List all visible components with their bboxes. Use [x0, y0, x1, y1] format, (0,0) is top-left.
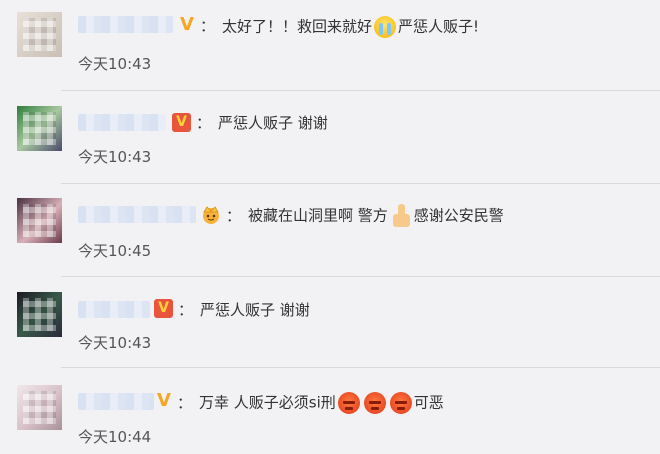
colon: ： [177, 394, 193, 412]
v-badge-icon: V [157, 390, 171, 411]
comment-item: V ： 严惩人贩子 谢谢 今天10:43 [0, 91, 660, 184]
username-blurred[interactable] [78, 114, 166, 131]
v-badge-icon: V [180, 14, 194, 35]
timestamp: 今天10:45 [78, 242, 152, 260]
comment-text: 严惩人贩子 谢谢 [200, 301, 310, 319]
v-badge-icon: V [172, 113, 191, 132]
avatar[interactable] [17, 292, 62, 337]
avatar-blur [23, 18, 56, 51]
comment-text: 万幸 人贩子必须si刑 可恶 [199, 392, 444, 414]
colon: ： [178, 301, 194, 319]
avatar-blur [23, 391, 56, 424]
timestamp: 今天10:43 [78, 55, 152, 73]
comment-text: 太好了！！救回来就好 严惩人贩子! [222, 16, 479, 38]
comment-text: 被藏在山洞里啊 警方 感谢公安民警 [248, 204, 504, 228]
comment-text: 严惩人贩子 谢谢 [218, 114, 328, 132]
avatar-blur [23, 298, 56, 331]
colon: ： [226, 207, 242, 225]
thumbs-up-icon [390, 204, 412, 228]
v-badge-icon: V [154, 299, 173, 318]
username-blurred[interactable] [78, 16, 173, 33]
timestamp: 今天10:44 [78, 428, 152, 446]
avatar[interactable] [17, 385, 62, 430]
comment-item: V ： 严惩人贩子 谢谢 今天10:43 [0, 277, 660, 368]
crying-face-icon [374, 16, 397, 38]
timestamp: 今天10:43 [78, 148, 152, 166]
avatar[interactable] [17, 106, 62, 151]
username-blurred[interactable] [78, 301, 150, 318]
angry-face-icon [363, 392, 386, 414]
timestamp: 今天10:43 [78, 334, 152, 352]
avatar-blur [23, 112, 56, 145]
colon: ： [196, 114, 212, 132]
angry-face-icon [389, 392, 412, 414]
angry-face-icon [337, 392, 360, 414]
colon: ： [200, 17, 216, 35]
username-blurred[interactable] [78, 206, 196, 223]
comment-item: V ： 万幸 人贩子必须si刑 可恶 今天10:44 [0, 368, 660, 454]
crown-badge-icon [203, 206, 219, 224]
avatar-blur [23, 204, 56, 237]
comment-item: ： 被藏在山洞里啊 警方 感谢公安民警 今天10:45 [0, 184, 660, 277]
avatar[interactable] [17, 198, 62, 243]
avatar[interactable] [17, 12, 62, 57]
comment-item: V ： 太好了！！救回来就好 严惩人贩子! 今天10:43 [0, 0, 660, 91]
username-blurred[interactable] [78, 393, 154, 410]
